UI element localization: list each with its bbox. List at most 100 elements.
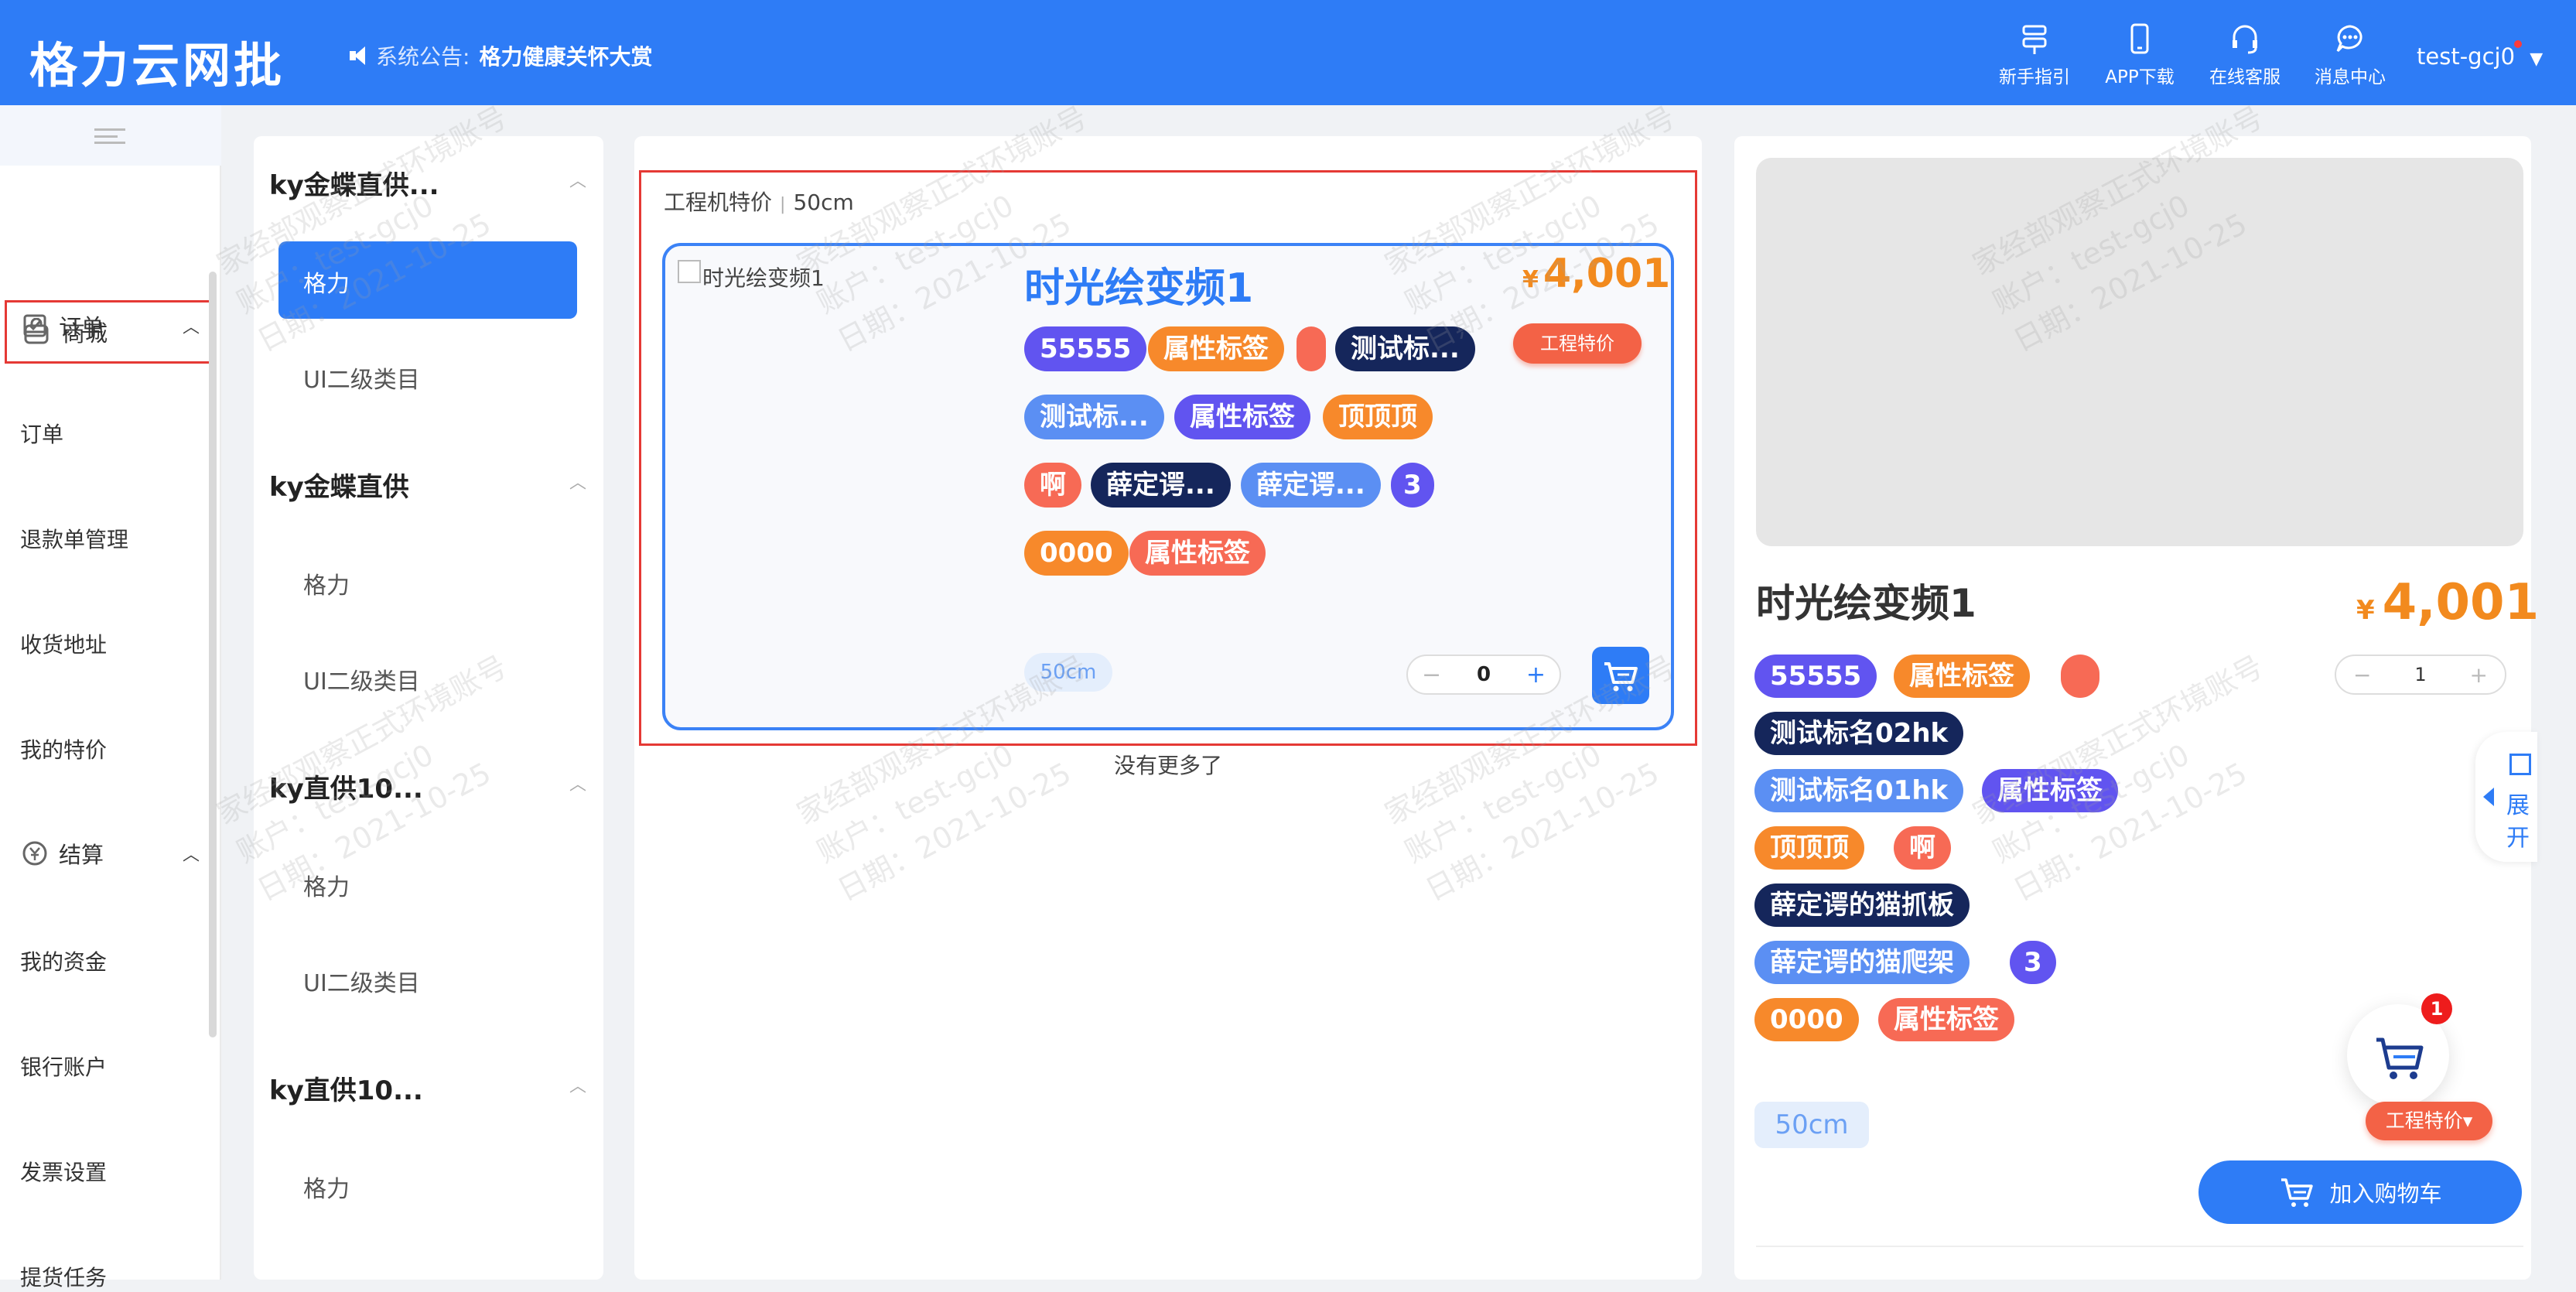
category-panel: ky金蝶直供... ︿ 格力 UI二级类目 ky金蝶直供 ︿ 格力 UI二级类目… — [254, 136, 603, 1280]
guide-icon — [2019, 23, 2050, 56]
breadcrumb-separator: | — [780, 195, 786, 214]
arrow-left-icon — [2483, 788, 2494, 806]
product-tag — [1297, 326, 1326, 371]
detail-tag: 薛定谔的猫抓板 — [1754, 884, 1970, 927]
product-tag: 55555 — [1024, 326, 1147, 371]
sidebar-scrollbar[interactable] — [209, 272, 217, 1037]
collapse-toggle[interactable] — [0, 105, 221, 166]
plus-button[interactable]: + — [1526, 661, 1546, 689]
breadcrumb-category[interactable]: 工程机特价 — [664, 190, 772, 215]
nav-app-download[interactable]: APP下载 — [2093, 23, 2186, 88]
sidebar-item-address[interactable]: 收货地址 — [20, 628, 107, 659]
detail-tag: 啊 — [1894, 826, 1951, 870]
engineering-special-dropdown[interactable]: 工程特价▾ — [2366, 1102, 2492, 1140]
category-title: ky直供10... — [269, 774, 423, 805]
product-price: ¥4,001 — [1522, 251, 1670, 297]
quantity-stepper: − 0 + — [1406, 655, 1561, 695]
expand-label-2: 开 — [2506, 825, 2530, 852]
sidebar-item-funds[interactable]: 我的资金 — [20, 945, 107, 976]
notification-dot — [2514, 40, 2522, 48]
divider — [1756, 1246, 2523, 1247]
detail-tag: 0000 — [1754, 998, 1859, 1041]
add-to-cart-button[interactable] — [1592, 647, 1649, 704]
category-title: ky金蝶直供... — [269, 170, 439, 201]
chat-icon — [2335, 23, 2366, 56]
nav-online-service[interactable]: 在线客服 — [2198, 23, 2291, 88]
minus-button[interactable]: − — [2353, 662, 2371, 688]
top-header: 格力云网批 系统公告: 格力健康关怀大赏 新手指引 APP下载 在线客服 消息中… — [0, 0, 2576, 105]
nav-message-center[interactable]: 消息中心 — [2304, 23, 2397, 88]
product-tag: 属性标签 — [1174, 395, 1310, 439]
detail-tag: 属性标签 — [1982, 769, 2118, 812]
sidebar-item-bank[interactable]: 银行账户 — [20, 1051, 107, 1082]
minus-button[interactable]: − — [1422, 661, 1441, 689]
product-title[interactable]: 时光绘变频1 — [1024, 255, 1253, 313]
detail-size-chip[interactable]: 50cm — [1754, 1102, 1869, 1148]
nav-service-label: 在线客服 — [2209, 67, 2280, 87]
product-tag: 3 — [1391, 463, 1434, 508]
category-group[interactable]: ky直供10... ︿ — [269, 1069, 586, 1107]
chevron-down-icon: ▼ — [2530, 50, 2544, 69]
category-item[interactable]: 格力 — [303, 868, 350, 902]
chevron-up-icon: ︿ — [182, 318, 200, 337]
category-item[interactable]: UI二级类目 — [303, 361, 420, 395]
product-image — [1756, 158, 2523, 546]
sidebar-item-pickup[interactable]: 提货任务 — [20, 1261, 107, 1292]
sidebar-item-refunds[interactable]: 退款单管理 — [20, 523, 128, 554]
chevron-up-icon: ︿ — [569, 473, 586, 493]
sidebar-group-settlement[interactable]: 结算 ︿ — [22, 837, 200, 870]
add-to-cart-large-button[interactable]: 加入购物车 — [2198, 1160, 2522, 1224]
category-item[interactable]: UI二级类目 — [303, 964, 420, 998]
expand-panel-toggle[interactable]: 展 开 — [2475, 732, 2537, 862]
category-group[interactable]: ky金蝶直供... ︿ — [269, 164, 586, 202]
detail-price: ¥4,001 — [2356, 574, 2539, 631]
no-more-text: 没有更多了 — [1114, 753, 1223, 778]
price-value: 4,001 — [2382, 574, 2540, 631]
quantity-value[interactable]: 0 — [1477, 663, 1491, 686]
notice-text[interactable]: 格力健康关怀大赏 — [479, 40, 652, 71]
sidebar-item-special-price[interactable]: 我的特价 — [20, 733, 107, 764]
headset-icon — [2229, 23, 2260, 56]
notice-prefix: 系统公告: — [376, 44, 470, 70]
sidebar-item-invoice[interactable]: 发票设置 — [20, 1156, 107, 1187]
sidebar-group-label: 结算 — [59, 842, 104, 868]
product-tag: 啊 — [1024, 463, 1081, 508]
nav-guide[interactable]: 新手指引 — [1988, 23, 2081, 88]
detail-tag: 属性标签 — [1878, 998, 2014, 1041]
add-to-cart-label: 加入购物车 — [2329, 1181, 2442, 1207]
nav-message-label: 消息中心 — [2315, 67, 2386, 87]
category-item[interactable]: 格力 — [303, 566, 350, 600]
sidebar-item-orders[interactable]: 订单 — [20, 418, 63, 449]
product-tag: 薛定谔... — [1091, 463, 1231, 508]
category-item[interactable]: 格力 — [303, 1170, 350, 1204]
chevron-up-icon: ︿ — [569, 775, 586, 795]
logo[interactable]: 格力云网批 — [29, 26, 285, 96]
detail-tag: 测试标名01hk — [1754, 769, 1964, 812]
currency-symbol: ¥ — [2356, 595, 2375, 626]
engineering-special-badge: 工程特价 — [1513, 323, 1642, 364]
category-group[interactable]: ky直供10... ︿ — [269, 767, 586, 805]
speaker-icon — [350, 45, 367, 67]
category-title: ky金蝶直供 — [269, 472, 409, 503]
quantity-value[interactable]: 1 — [2414, 664, 2426, 685]
category-item[interactable]: UI二级类目 — [303, 662, 420, 696]
detail-tag: 薛定谔的猫爬架 — [1754, 941, 1970, 984]
order-icon — [23, 314, 46, 337]
user-menu[interactable]: test-gcj0 ▼ — [2417, 43, 2543, 70]
detail-tag: 属性标签 — [1894, 655, 2030, 698]
product-tag: 属性标签 — [1148, 326, 1284, 371]
sidebar-group-order[interactable]: 订单 ︿ — [22, 309, 200, 342]
plus-button[interactable]: + — [2470, 662, 2488, 688]
breadcrumb-size[interactable]: 50cm — [793, 190, 853, 215]
product-image-alt: 时光绘变频1 — [702, 265, 825, 291]
detail-tag: 55555 — [1754, 655, 1877, 698]
detail-tag: 测试标名02hk — [1754, 712, 1964, 755]
product-tag: 属性标签 — [1129, 531, 1266, 576]
product-tag: 薛定谔... — [1241, 463, 1381, 508]
system-notice[interactable]: 系统公告: 格力健康关怀大赏 — [350, 40, 652, 71]
menu-collapse-icon — [94, 128, 125, 144]
chevron-up-icon: ︿ — [182, 846, 200, 865]
category-group[interactable]: ky金蝶直供 ︿ — [269, 466, 586, 504]
category-item-active[interactable]: 格力 — [303, 265, 350, 299]
product-tag: 顶顶顶 — [1323, 395, 1433, 439]
